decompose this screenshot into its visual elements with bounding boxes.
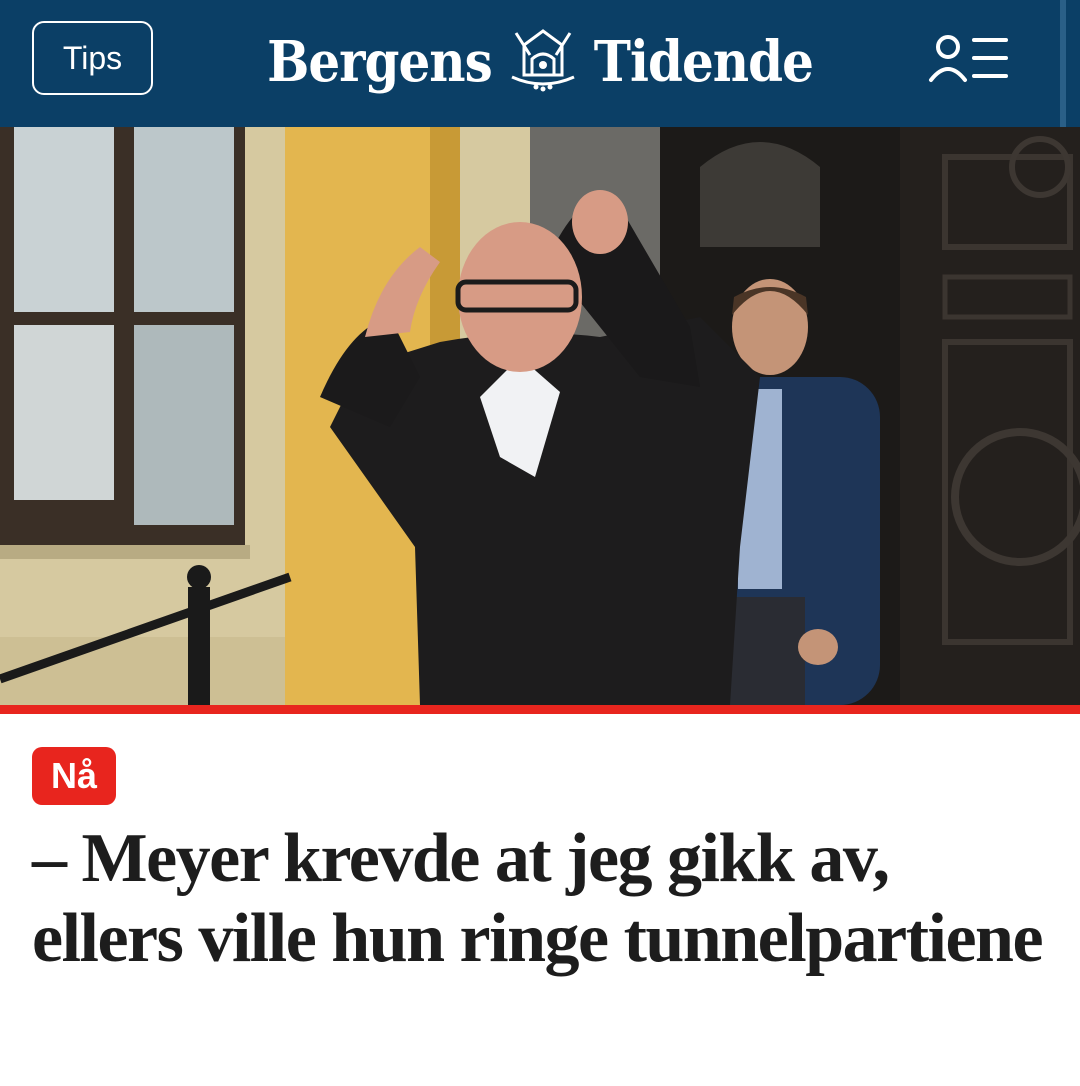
- scrollbar[interactable]: [1060, 0, 1066, 127]
- logo-word-left: Bergens: [267, 27, 493, 95]
- logo-word-right: Tidende: [593, 27, 814, 95]
- hero-photo[interactable]: [0, 127, 1080, 705]
- user-menu-icon[interactable]: [928, 32, 1010, 84]
- article-headline[interactable]: – Meyer krevde at jeg gikk av, ellers vi…: [32, 819, 1048, 979]
- site-logo[interactable]: Bergens Tidende: [262, 18, 818, 104]
- accent-divider: [0, 705, 1080, 714]
- site-header: Tips Bergens Tidende: [0, 0, 1080, 127]
- crest-icon: [511, 29, 575, 92]
- article-header[interactable]: Nå – Meyer krevde at jeg gikk av, ellers…: [0, 714, 1080, 979]
- live-badge: Nå: [32, 747, 116, 805]
- tips-button[interactable]: Tips: [32, 21, 153, 95]
